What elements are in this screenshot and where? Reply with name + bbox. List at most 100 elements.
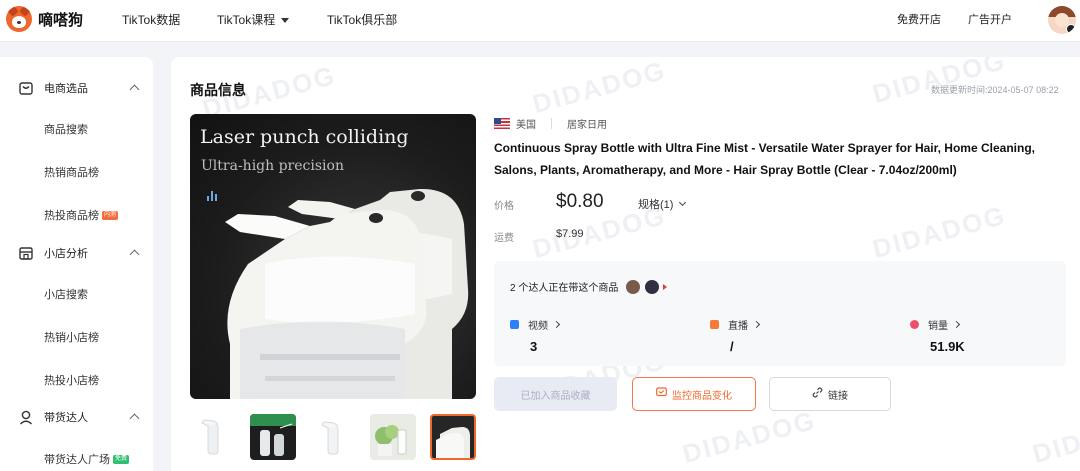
creators-row[interactable]: 2 个达人正在带这个商品: [510, 279, 668, 294]
open-store-link[interactable]: 免费开店: [897, 11, 941, 27]
sidebar-group-product-selection[interactable]: 电商选品: [18, 80, 88, 96]
spray-bottle-thumb-icon: [250, 414, 296, 456]
sidebar-group-label: 电商选品: [44, 83, 88, 95]
category-label[interactable]: 居家日用: [567, 116, 607, 131]
chevron-up-icon[interactable]: [129, 84, 140, 95]
sidebar-item-label: 小店搜索: [44, 289, 88, 301]
sidebar-item-hot-selling-products[interactable]: 热销商品榜: [44, 164, 99, 180]
thumbnail-1[interactable]: [190, 414, 236, 460]
chevron-right-icon: [752, 320, 761, 329]
video-icon: [510, 320, 519, 329]
stat-livestreams[interactable]: 直播 /: [710, 317, 761, 354]
brand-logo[interactable]: 嘀嗒狗: [6, 6, 83, 32]
sidebar-item-label: 商品搜索: [44, 124, 88, 136]
plant-spray-thumb-icon: [375, 425, 407, 456]
sidebar-item-hot-selling-shops[interactable]: 热销小店榜: [44, 329, 99, 345]
sidebar-item-label: 热投小店榜: [44, 375, 99, 387]
nav-tiktok-data[interactable]: TikTok数据: [122, 11, 180, 28]
link-icon: [812, 387, 823, 401]
sales-icon: [910, 320, 919, 329]
creator-avatar[interactable]: [645, 279, 660, 294]
thumbnail-5-selected[interactable]: [430, 414, 476, 460]
avatar-badge-icon: [1066, 24, 1076, 34]
section-title: 商品信息: [190, 82, 246, 98]
product-info-card: DIDADOG DIDADOG DIDADOG DIDADOG DIDADOG …: [171, 57, 1080, 471]
image-headline: Laser punch colliding: [200, 126, 409, 148]
creator-stats-panel: 2 个达人正在带这个商品 视频 3 直播 / 销量 51.9K: [494, 261, 1066, 366]
sidebar-item-label: 热投商品榜: [44, 210, 99, 222]
chevron-right-icon: [952, 320, 961, 329]
thumbnail-4[interactable]: [370, 414, 416, 460]
shopping-bag-icon: [18, 80, 34, 96]
price-value: $0.80: [556, 191, 604, 212]
link-button-label: 链接: [828, 390, 848, 402]
brand-name: 嘀嗒狗: [38, 11, 84, 29]
creators-count-text: 2 个达人正在带这个商品: [510, 283, 619, 294]
live-icon: [710, 320, 719, 329]
stat-label: 直播: [728, 321, 748, 332]
sidebar-group-creators[interactable]: 带货达人: [18, 409, 88, 425]
shipping-value: $7.99: [556, 228, 584, 240]
update-time-value: 2024-05-07 08:22: [987, 85, 1059, 95]
top-navbar: 嘀嗒狗 TikTok数据 TikTok课程 TikTok俱乐部 免费开店 广告开…: [0, 0, 1080, 42]
ad-account-link[interactable]: 广告开户: [968, 11, 1012, 27]
update-time: 数据更新时间:2024-05-07 08:22: [931, 85, 1059, 95]
thumbnail-2[interactable]: [250, 414, 296, 460]
sidebar-item-product-search[interactable]: 商品搜索: [44, 121, 88, 137]
spec-dropdown[interactable]: 规格(1): [638, 196, 687, 212]
sidebar-item-creator-plaza[interactable]: 带货达人广场 免费: [44, 451, 130, 467]
user-avatar[interactable]: [1048, 6, 1076, 34]
divider: [551, 118, 552, 129]
stat-value: 3: [530, 339, 538, 354]
sidebar-item-label: 热销小店榜: [44, 332, 99, 344]
chevron-up-icon[interactable]: [129, 249, 140, 260]
monitor-product-button[interactable]: 监控商品变化: [632, 377, 756, 411]
sidebar-item-shop-search[interactable]: 小店搜索: [44, 286, 88, 302]
stat-sales[interactable]: 销量 51.9K: [910, 317, 965, 354]
caret-down-icon: [281, 18, 290, 24]
image-subheadline: Ultra-high precision: [201, 158, 344, 174]
region-label: 美国: [516, 120, 536, 131]
favorited-button-label: 已加入商品收藏: [520, 390, 591, 402]
thumbnail-3[interactable]: [310, 414, 356, 460]
stat-value: 51.9K: [930, 339, 965, 354]
expand-arrow-icon[interactable]: [663, 283, 668, 290]
sidebar-group-label: 小店分析: [44, 248, 88, 260]
sidebar-item-hot-ad-shops[interactable]: 热投小店榜: [44, 372, 99, 388]
chevron-up-icon[interactable]: [129, 413, 140, 424]
favorited-button[interactable]: 已加入商品收藏: [494, 377, 617, 411]
sidebar-item-label: 带货达人广场: [44, 454, 110, 466]
watermark: DIDADOG: [529, 57, 670, 120]
monitor-button-label: 监控商品变化: [672, 390, 732, 402]
spray-bottle-thumb-icon: [201, 419, 219, 455]
sound-bars-icon: [207, 191, 221, 201]
chevron-down-icon: [679, 198, 687, 207]
sidebar: 电商选品 商品搜索 热销商品榜 热投商品榜 内测 小店分析 小店搜索 热销小店榜 …: [0, 57, 153, 471]
product-main-image[interactable]: Laser punch colliding Ultra-high precisi…: [190, 114, 476, 399]
chevron-right-icon: [552, 320, 561, 329]
nav-tiktok-course[interactable]: TikTok课程: [217, 11, 290, 28]
free-badge: 免费: [113, 454, 130, 464]
user-icon: [18, 409, 34, 425]
sidebar-item-label: 热销商品榜: [44, 167, 99, 179]
price-label: 价格: [494, 201, 514, 212]
watermark: DIDADOG: [869, 199, 1010, 265]
stat-videos[interactable]: 视频 3: [510, 317, 561, 354]
spec-label: 规格(1): [638, 199, 674, 211]
spray-bottles-illustration: [225, 188, 469, 399]
watermark: DIDADOG: [1029, 404, 1080, 470]
update-time-label: 数据更新时间: [931, 85, 986, 95]
creator-avatar[interactable]: [626, 279, 641, 294]
sidebar-group-shop-analysis[interactable]: 小店分析: [18, 245, 88, 261]
product-title: Continuous Spray Bottle with Ultra Fine …: [494, 141, 1035, 177]
link-button[interactable]: 链接: [769, 377, 891, 411]
store-icon: [18, 245, 34, 261]
shipping-label: 运费: [494, 233, 514, 244]
sidebar-item-hot-ad-products[interactable]: 热投商品榜 内测: [44, 207, 119, 223]
spray-bottle-thumb-icon: [436, 427, 470, 458]
nav-tiktok-course-label: TikTok课程: [217, 13, 276, 27]
stat-label: 销量: [928, 321, 948, 332]
nav-tiktok-club[interactable]: TikTok俱乐部: [327, 11, 397, 28]
stat-value: /: [730, 339, 734, 354]
us-flag-icon: [494, 118, 510, 129]
